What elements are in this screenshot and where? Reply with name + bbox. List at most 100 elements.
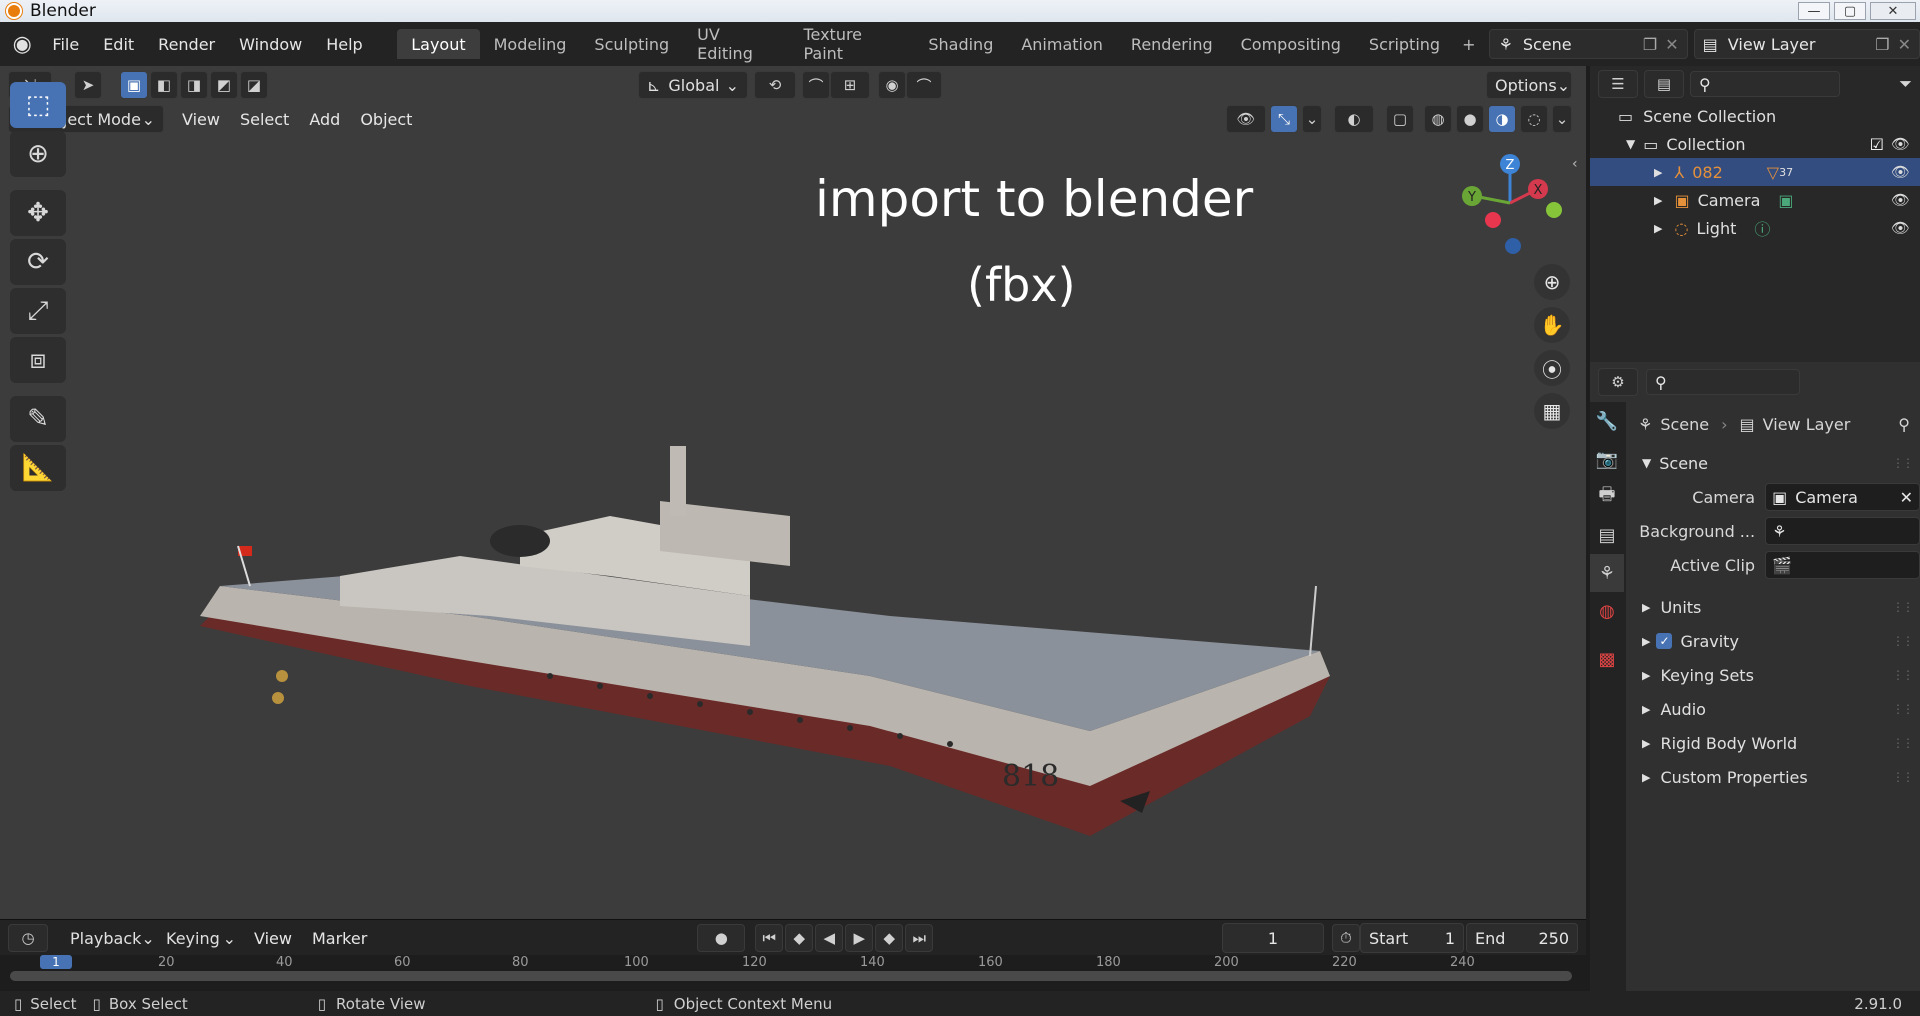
expand-arrow-icon[interactable]: ▼ <box>1626 137 1635 151</box>
tool-tab-icon[interactable]: 🔧 <box>1590 402 1624 440</box>
snap-toggle-icon[interactable]: ⌒ <box>802 71 830 99</box>
outliner-search-input[interactable]: ⚲ <box>1690 71 1840 97</box>
display-mode-icon[interactable]: ▤ <box>1644 70 1684 98</box>
preview-range-icon[interactable]: ⏱ <box>1332 924 1360 952</box>
zoom-icon[interactable]: ⊕ <box>1534 264 1570 300</box>
drag-grip-icon[interactable]: ⋮⋮ <box>1892 456 1914 470</box>
tab-sculpting[interactable]: Sculpting <box>580 29 683 59</box>
solid-shading-icon[interactable]: ● <box>1456 105 1484 133</box>
overlays-icon[interactable]: ◐ <box>1334 105 1374 133</box>
scene-selector[interactable]: ⚘ Scene ❐ ✕ <box>1489 29 1688 59</box>
xray-icon[interactable]: ▢ <box>1386 105 1414 133</box>
current-frame-field[interactable]: 1 <box>1222 923 1324 953</box>
output-tab-icon[interactable]: 🖶 <box>1590 478 1624 516</box>
auto-keying-icon[interactable]: ● <box>697 924 746 952</box>
annotate-tool-icon[interactable]: ✎ <box>10 396 66 442</box>
pivot-point-icon[interactable]: ⟲ <box>754 71 796 99</box>
jump-keyframe-forward-icon[interactable]: ◆ <box>875 924 904 952</box>
ship-model[interactable]: 818 <box>190 446 1340 896</box>
outliner-item-082[interactable]: ▶ ⅄ 082 ▽ 37 👁 <box>1590 158 1920 186</box>
copy-scene-icon[interactable]: ❐ <box>1643 35 1657 54</box>
tab-uv-editing[interactable]: UV Editing <box>683 25 789 63</box>
play-icon[interactable]: ▶ <box>845 924 874 952</box>
select-new-icon[interactable]: ▣ <box>120 71 148 99</box>
view-layer-tab-icon[interactable]: ▤ <box>1590 516 1624 554</box>
wireframe-shading-icon[interactable]: ◍ <box>1424 105 1452 133</box>
cursor-tool-icon[interactable]: ⊕ <box>10 131 66 177</box>
properties-editor-type-icon[interactable]: ⚙ <box>1598 368 1638 396</box>
drag-grip-icon[interactable]: ⋮⋮ <box>1892 668 1914 682</box>
gravity-panel[interactable]: ▶ ✓ Gravity ⋮⋮ <box>1630 624 1920 658</box>
viewport-menu-add[interactable]: Add <box>299 110 350 129</box>
tab-scripting[interactable]: Scripting <box>1355 29 1454 59</box>
scene-tab-icon[interactable]: ⚘ <box>1590 554 1624 592</box>
options-dropdown[interactable]: Options ⌄ <box>1486 71 1572 99</box>
menu-help[interactable]: Help <box>314 35 374 54</box>
perspective-grid-icon[interactable]: ▦ <box>1534 393 1570 429</box>
tab-modeling[interactable]: Modeling <box>480 29 581 59</box>
start-frame-field[interactable]: Start 1 <box>1360 923 1464 953</box>
menu-window[interactable]: Window <box>227 35 314 54</box>
background-scene-field[interactable]: ⚘ <box>1765 517 1920 545</box>
visibility-icon[interactable]: 👁 <box>1226 105 1266 133</box>
maximize-button[interactable]: ▢ <box>1834 2 1866 20</box>
tab-animation[interactable]: Animation <box>1007 29 1117 59</box>
menu-edit[interactable]: Edit <box>91 35 146 54</box>
chevron-down-icon[interactable]: ⌄ <box>1552 105 1572 133</box>
timeline-ruler[interactable]: 1 20 40 60 80 100 120 140 160 180 200 22… <box>0 955 1586 992</box>
camera-field[interactable]: ▣ Camera ✕ <box>1765 483 1920 511</box>
camera-view-icon[interactable]: ⦿ <box>1534 350 1570 386</box>
eye-icon[interactable]: 👁 <box>1891 163 1910 181</box>
expand-arrow-icon[interactable]: ▶ <box>1654 222 1662 235</box>
play-reverse-icon[interactable]: ◀ <box>815 924 844 952</box>
remove-view-layer-icon[interactable]: ✕ <box>1898 35 1911 54</box>
falloff-icon[interactable]: ⌒ <box>906 71 942 99</box>
select-intersect-icon[interactable]: ◪ <box>240 71 268 99</box>
sidebar-toggle-icon[interactable]: ‹ <box>1572 156 1578 172</box>
tab-shading[interactable]: Shading <box>914 29 1007 59</box>
outliner-item-light[interactable]: ▶ ◌ Light ⓘ 👁 <box>1590 214 1920 242</box>
close-window-button[interactable]: ✕ <box>1870 2 1916 20</box>
neg-z-axis-handle[interactable] <box>1505 238 1521 254</box>
view-layer-selector[interactable]: ▤ View Layer ❐ ✕ <box>1693 29 1920 59</box>
expand-arrow-icon[interactable]: ▶ <box>1654 194 1662 207</box>
eye-icon[interactable]: 👁 <box>1891 135 1910 153</box>
neg-x-axis-handle[interactable] <box>1546 202 1562 218</box>
drag-grip-icon[interactable]: ⋮⋮ <box>1892 736 1914 750</box>
rendered-shading-icon[interactable]: ◌ <box>1520 105 1548 133</box>
scale-tool-icon[interactable]: ⤢ <box>10 288 66 334</box>
properties-search-input[interactable]: ⚲ <box>1646 369 1800 395</box>
scene-panel-header[interactable]: ▼ Scene ⋮⋮ <box>1630 446 1920 480</box>
select-box-tool-icon[interactable]: ⬚ <box>10 82 66 128</box>
proportional-editing-icon[interactable]: ◉ <box>878 71 906 99</box>
viewport-menu-select[interactable]: Select <box>230 110 299 129</box>
menu-render[interactable]: Render <box>146 35 227 54</box>
pin-icon[interactable]: ⚲ <box>1898 415 1910 434</box>
pan-hand-icon[interactable]: ✋ <box>1534 307 1570 343</box>
world-tab-icon[interactable]: ◍ <box>1590 592 1624 630</box>
jump-end-icon[interactable]: ⏭ <box>905 924 934 952</box>
timeline-menu-marker[interactable]: Marker <box>302 929 377 948</box>
outliner-editor-type-icon[interactable]: ☰ <box>1598 70 1638 98</box>
drag-grip-icon[interactable]: ⋮⋮ <box>1892 634 1914 648</box>
clear-icon[interactable]: ✕ <box>1900 488 1913 507</box>
snap-target-icon[interactable]: ⊞ <box>830 71 870 99</box>
drag-grip-icon[interactable]: ⋮⋮ <box>1892 600 1914 614</box>
viewport-menu-object[interactable]: Object <box>350 110 422 129</box>
drag-grip-icon[interactable]: ⋮⋮ <box>1892 770 1914 784</box>
tab-rendering[interactable]: Rendering <box>1117 29 1227 59</box>
select-subtract-icon[interactable]: ◨ <box>180 71 208 99</box>
gravity-checkbox[interactable]: ✓ <box>1656 633 1673 649</box>
playhead[interactable]: 1 <box>40 955 72 969</box>
render-tab-icon[interactable]: 📷 <box>1590 440 1624 478</box>
texture-tab-icon[interactable]: ▩ <box>1590 640 1624 678</box>
timeline-scrollbar[interactable] <box>10 971 1572 981</box>
eye-icon[interactable]: 👁 <box>1891 219 1910 237</box>
select-invert-icon[interactable]: ◩ <box>210 71 238 99</box>
exclude-checkbox[interactable]: ☑ <box>1870 135 1884 154</box>
timeline-editor-type-icon[interactable]: ◷ <box>8 924 48 952</box>
minimize-button[interactable]: — <box>1798 2 1830 20</box>
3d-viewport[interactable]: ⇲ ➤ ▣ ◧ ◨ ◩ ◪ ⊾ Global ⌄ ⟲ ⌒ ⊞ ◉ ⌒ Optio… <box>0 66 1586 919</box>
chevron-down-icon[interactable]: ⌄ <box>1302 105 1322 133</box>
audio-panel[interactable]: ▶ Audio ⋮⋮ <box>1630 692 1920 726</box>
